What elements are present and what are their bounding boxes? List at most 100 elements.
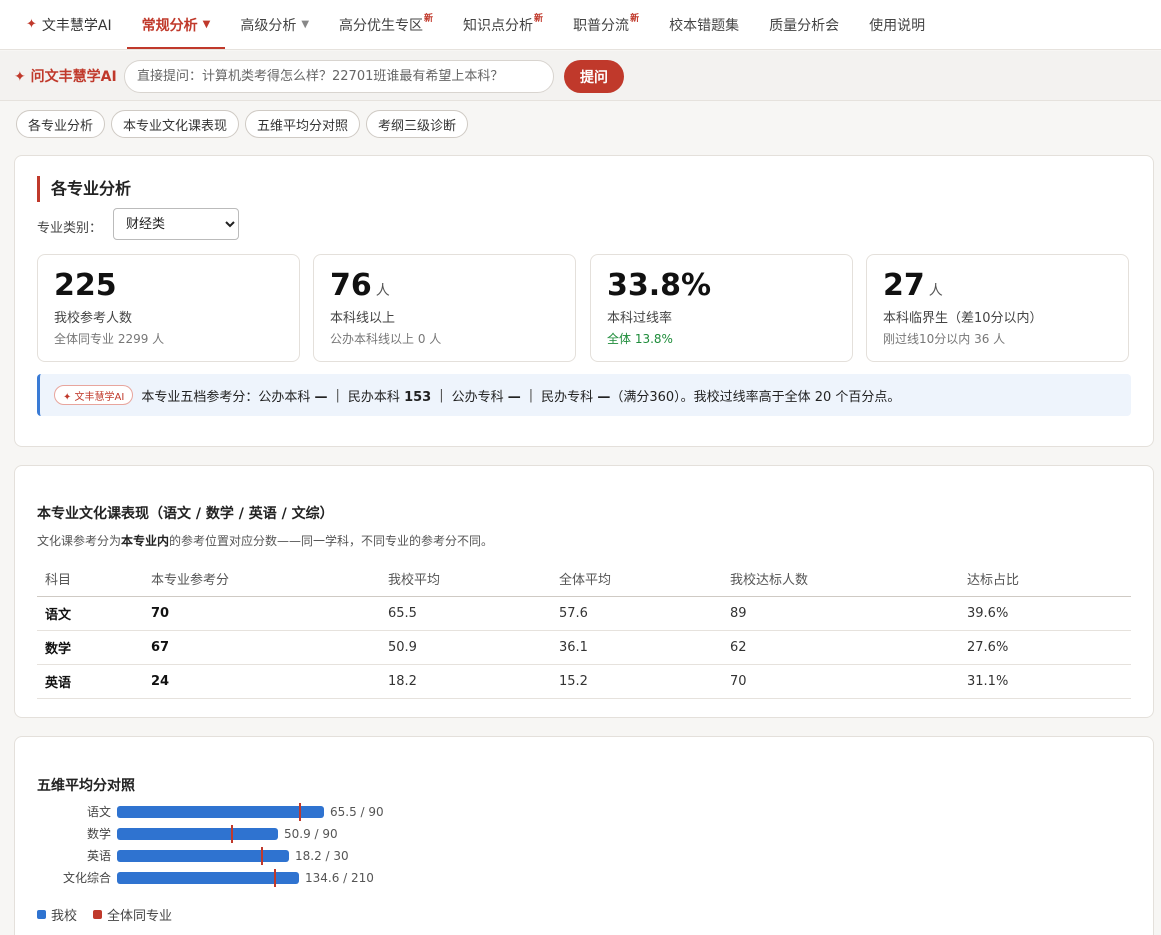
stat-card-pass-rate: 33.8% 本科过线率 全体 13.8%: [590, 254, 853, 362]
table-cell: 50.9: [380, 630, 551, 665]
top-nav: ✦ 文丰慧学AI 常规分析 ▼ 高级分析 ▼ 高分优生专区新知识点分析新职普分流新校本错…: [0, 0, 1161, 50]
tab-culture-performance[interactable]: 本专业文化课表现: [111, 110, 240, 138]
nav-item-advanced-analysis[interactable]: 高级分析 ▼: [225, 0, 324, 49]
nav-item-error-collection[interactable]: 校本错题集: [654, 0, 754, 49]
column-header: 本专业参考分: [143, 562, 380, 597]
nav-item-quality-meeting[interactable]: 质量分析会: [754, 0, 854, 49]
nav-item-top-students[interactable]: 高分优生专区新: [324, 0, 448, 49]
table-cell: 39.6%: [959, 596, 1131, 631]
bar-value-label: 18.2 / 30: [295, 849, 349, 863]
column-header: 全体平均: [551, 562, 722, 597]
ai-note-separator: |: [335, 387, 340, 403]
nav-item-label: 质量分析会: [769, 17, 840, 34]
ask-bar: ✦ 问文丰慧学AI 提问: [0, 51, 1161, 101]
table-cell: 24: [143, 664, 380, 699]
table-cell: 70: [143, 596, 380, 631]
bar-marker-all: [261, 847, 263, 865]
column-header: 科目: [37, 562, 143, 597]
bar-track: [117, 825, 401, 843]
table-header-row: 科目 本专业参考分 我校平均 全体平均 我校达标人数 达标占比: [37, 562, 1131, 597]
nav-item-user-guide[interactable]: 使用说明: [854, 0, 940, 49]
ai-note-item: 公办本科 —: [258, 389, 328, 405]
sparkle-icon: ✦: [26, 17, 37, 32]
bar-value-label: 134.6 / 210: [305, 871, 374, 885]
brand-name: 文丰慧学AI: [41, 17, 112, 34]
legend-label: 我校: [51, 909, 78, 924]
tab-major-analysis[interactable]: 各专业分析: [16, 110, 106, 138]
bar-school: [117, 828, 278, 840]
table-cell: 65.5: [380, 596, 551, 631]
table-cell: 31.1%: [959, 664, 1131, 699]
bar-row: 文化综合 134.6 / 210: [37, 869, 497, 887]
nav-item-label: 高分优生专区: [339, 17, 424, 34]
stat-value: 225: [54, 268, 117, 303]
table-cell: 70: [722, 664, 959, 699]
bar-value-label: 65.5 / 90: [330, 805, 384, 819]
legend-swatch: [37, 910, 46, 919]
stat-sub: 公办本科线以上 0 人: [330, 332, 442, 346]
table-row: 语文 70 65.5 57.6 89 39.6%: [37, 596, 1131, 631]
chart-legend: 我校 全体同专业: [37, 905, 172, 924]
stat-label: 本科临界生（差10分以内）: [883, 311, 1043, 326]
stat-label: 本科线以上: [330, 311, 396, 326]
section-title: 五维平均分对照: [37, 778, 135, 794]
bar-row: 英语 18.2 / 30: [37, 847, 497, 865]
table-cell: 89: [722, 596, 959, 631]
category-select[interactable]: 财经类: [113, 208, 239, 240]
bar-school: [117, 806, 324, 818]
section-tabs: 各专业分析 本专业文化课表现 五维平均分对照 考纲三级诊断: [16, 110, 469, 138]
table-cell: 数学: [37, 630, 143, 665]
nav-menu: 常规分析 ▼ 高级分析 ▼ 高分优生专区新知识点分析新职普分流新校本错题集 质量分析会 使用…: [126, 0, 940, 49]
bar-row: 语文 65.5 / 90: [37, 803, 497, 821]
stat-label: 本科过线率: [607, 311, 673, 326]
column-header: 达标占比: [959, 562, 1131, 597]
ai-note-item: 公办专科 —: [451, 389, 521, 405]
section-title: 本专业文化课表现（语文 / 数学 / 英语 / 文综）: [37, 506, 334, 522]
ask-label: ✦ 问文丰慧学AI: [14, 69, 117, 85]
legend-item-all: 全体同专业: [93, 905, 172, 924]
ai-note-item: 民办专科 —: [541, 389, 611, 405]
table-row: 英语 24 18.2 15.2 70 31.1%: [37, 664, 1131, 699]
ask-input[interactable]: [124, 60, 554, 93]
nav-item-vocational-split[interactable]: 职普分流新: [558, 0, 654, 49]
column-header: 我校达标人数: [722, 562, 959, 597]
ai-note-separator: |: [528, 387, 534, 403]
table-cell: 15.2: [551, 664, 722, 699]
ai-note: ✦ 文丰慧学AI 本专业五档参考分： 公办本科 — | 民办本科 153 | 公…: [37, 374, 1131, 416]
ai-note-separator: |: [439, 387, 444, 403]
bar-school: [117, 850, 289, 862]
table-cell: 英语: [37, 664, 143, 699]
stat-value: 76 人: [330, 268, 390, 303]
stat-unit: 人: [375, 283, 390, 299]
culture-table: 科目 本专业参考分 我校平均 全体平均 我校达标人数 达标占比 语文 70 65…: [37, 562, 1131, 699]
nav-item-knowledge-points[interactable]: 知识点分析新: [448, 0, 558, 49]
stat-card-above-line: 76 人 本科线以上 公办本科线以上 0 人: [313, 254, 576, 362]
legend-swatch: [93, 910, 103, 919]
brand-logo[interactable]: ✦ 文丰慧学AI: [14, 0, 127, 49]
bar-label: 英语: [86, 849, 111, 863]
table-cell: 62: [722, 630, 959, 665]
bar-marker-all: [231, 825, 233, 843]
chevron-down-icon: ▼: [301, 19, 310, 30]
table-cell: 语文: [37, 596, 143, 631]
new-badge: 新: [424, 14, 434, 24]
ai-badge: ✦ 文丰慧学AI: [54, 385, 134, 405]
stat-sub: 刚过线10分以内 36 人: [883, 332, 1006, 346]
bar-marker-all: [274, 869, 276, 887]
table-cell: 57.6: [551, 596, 722, 631]
tab-five-dim-compare[interactable]: 五维平均分对照: [245, 110, 361, 138]
bar-label: 数学: [86, 827, 111, 841]
bar-label: 文化综合: [62, 871, 111, 885]
ai-note-prefix: 本专业五档参考分：: [141, 389, 259, 405]
ai-note-suffix: （满分360）。我校过线率高于全体 20 个百分点。: [610, 389, 901, 405]
tab-syllabus-diagnosis[interactable]: 考纲三级诊断: [366, 110, 469, 138]
nav-item-regular-analysis[interactable]: 常规分析 ▼: [126, 0, 226, 49]
ask-button[interactable]: 提问: [564, 60, 624, 93]
bar-row: 数学 50.9 / 90: [37, 825, 497, 843]
bar-value-label: 50.9 / 90: [284, 827, 338, 841]
section-title: 各专业分析: [37, 176, 131, 202]
stat-card-participants: 225 我校参考人数 全体同专业 2299 人: [37, 254, 300, 362]
stat-value: 33.8%: [607, 268, 712, 303]
legend-item-school: 我校: [37, 905, 77, 924]
column-header: 我校平均: [380, 562, 551, 597]
